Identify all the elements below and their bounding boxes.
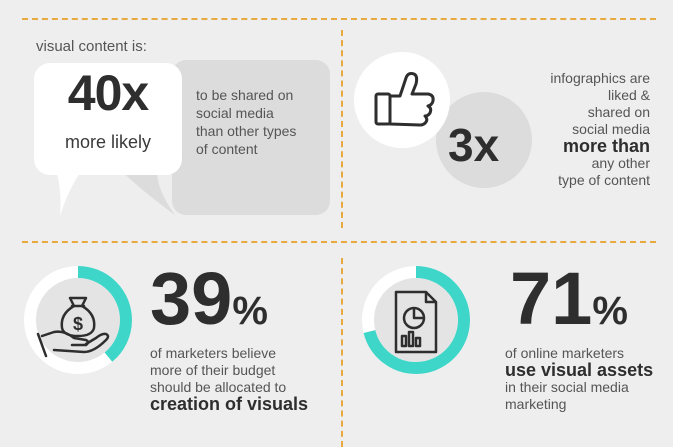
percent-sign: % bbox=[232, 289, 268, 333]
text-line: infographics are bbox=[550, 70, 650, 86]
detail-line: than other types bbox=[196, 123, 297, 139]
text-line: any other bbox=[591, 155, 650, 171]
thumbs-up-icon bbox=[374, 72, 435, 127]
infographics-text: infographics are liked & shared on socia… bbox=[520, 70, 650, 189]
text-line: marketing bbox=[505, 396, 567, 412]
text-line: liked & bbox=[607, 87, 650, 103]
speech-bubble-white-tail bbox=[56, 170, 82, 216]
vertical-divider-top bbox=[341, 30, 343, 228]
text-line: in their social media bbox=[505, 379, 629, 395]
visual-assets-text: of online marketers use visual assets in… bbox=[505, 345, 671, 413]
text-line: of marketers believe bbox=[150, 345, 277, 361]
top-divider bbox=[22, 18, 656, 20]
detail-line: social media bbox=[196, 105, 274, 121]
thumb-circle bbox=[354, 52, 450, 148]
text-line: shared on bbox=[587, 104, 650, 120]
text-line: type of content bbox=[558, 172, 650, 188]
svg-text:$: $ bbox=[73, 314, 83, 334]
detail-line: of content bbox=[196, 141, 258, 157]
detail-text: to be shared on social media than other … bbox=[196, 86, 326, 158]
middle-divider bbox=[22, 241, 656, 243]
percent-value: 71 bbox=[510, 257, 593, 340]
percent-value: 39 bbox=[150, 257, 233, 340]
text-line: more of their budget bbox=[150, 362, 276, 378]
emphasis-text: more than bbox=[562, 136, 650, 156]
big-number-40x: 40x bbox=[67, 65, 149, 121]
big-caption: more likely bbox=[64, 132, 152, 152]
progress-ring-71 bbox=[362, 266, 470, 374]
progress-ring-39: $ bbox=[24, 266, 132, 374]
percent-sign: % bbox=[592, 289, 628, 333]
vertical-divider-bottom bbox=[341, 258, 343, 447]
emphasis-text: creation of visuals bbox=[150, 394, 309, 414]
detail-line: to be shared on bbox=[196, 87, 294, 103]
big-percent-39: 39% bbox=[150, 262, 268, 348]
big-number-3x: 3x bbox=[448, 119, 500, 171]
emphasis-text: use visual assets bbox=[505, 360, 654, 380]
budget-text: of marketers believe more of their budge… bbox=[150, 345, 340, 413]
intro-text: visual content is: bbox=[36, 38, 147, 55]
big-percent-71: 71% bbox=[510, 262, 628, 348]
